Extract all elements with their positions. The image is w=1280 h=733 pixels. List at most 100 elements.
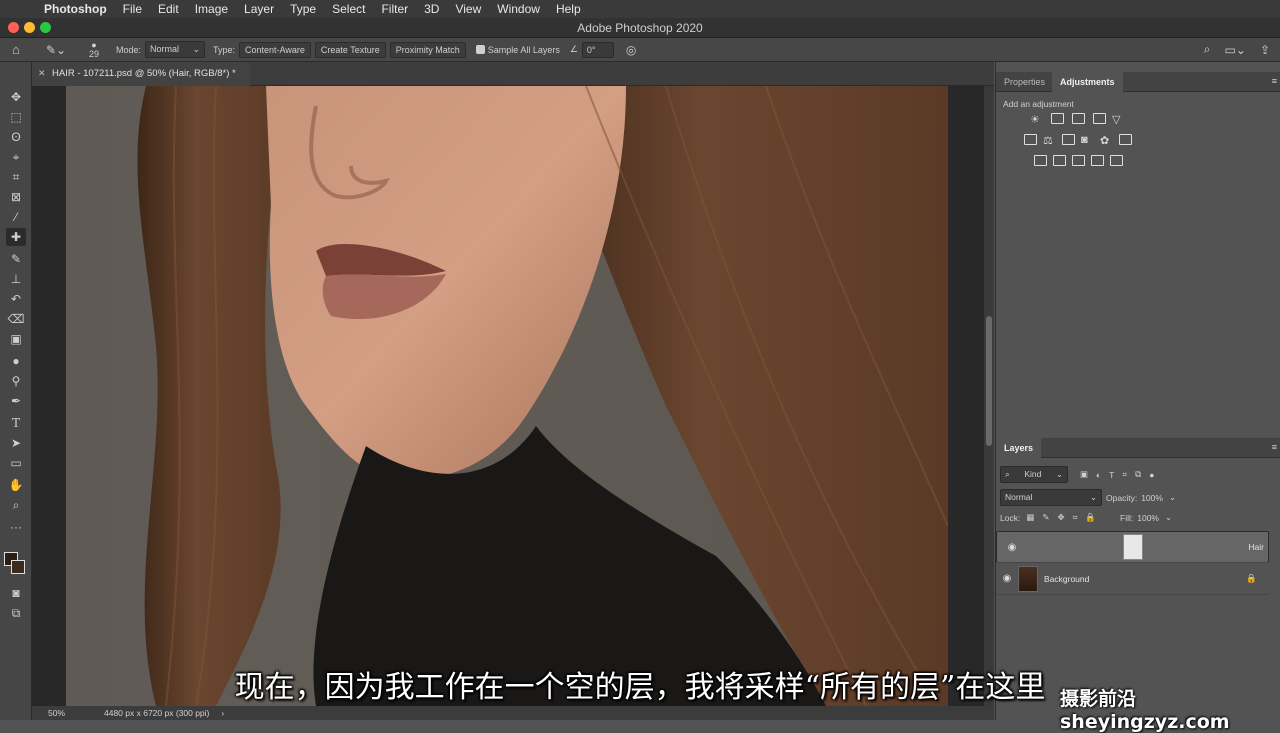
kind-filter-select[interactable]: ⌕ Kind ⌄ [1000,466,1068,483]
menu-file[interactable]: File [115,2,150,16]
proximity-match-button[interactable]: Proximity Match [389,41,466,58]
path-select-tool-icon[interactable]: ➤ [6,434,26,452]
visibility-eye-icon[interactable]: ◉ [996,573,1018,584]
threshold-icon[interactable] [1072,155,1085,166]
healing-brush-tool-icon[interactable]: ✚ [6,228,26,246]
filter-adjustment-icon[interactable]: ◐ [1096,470,1101,480]
document-tab[interactable]: ✕ HAIR - 107211.psd @ 50% (Hair, RGB/8*)… [32,62,250,86]
zoom-level[interactable]: 50% [48,708,94,718]
chevron-down-icon[interactable]: ⌄ [1165,512,1172,523]
brightness-contrast-icon[interactable]: ☀ [1030,113,1043,126]
menu-layer[interactable]: Layer [236,2,282,16]
gradient-tool-icon[interactable]: ▣ [6,330,26,348]
rectangle-tool-icon[interactable]: ▭ [6,454,26,472]
invert-icon[interactable] [1034,155,1047,166]
zoom-tool-icon[interactable]: ⌕ [6,496,26,514]
sample-all-layers-checkbox[interactable]: Sample All Layers [475,45,560,55]
mode-select[interactable]: Normal ⌄ [145,41,206,58]
workspace-icon[interactable]: ▭⌄ [1225,43,1246,57]
create-texture-button[interactable]: Create Texture [314,41,386,58]
home-icon[interactable]: ⌂ [12,42,32,57]
layer-row-background[interactable]: ◉ Background 🔒 [996,563,1269,595]
type-tool-icon[interactable]: T [6,414,26,432]
filter-pixel-icon[interactable]: ▣ [1080,469,1088,480]
quick-select-tool-icon[interactable]: ⌖ [6,148,26,166]
panel-menu-icon[interactable]: ≡ [1272,76,1277,86]
canvas-area[interactable] [32,86,994,706]
portrait-photo[interactable] [66,86,948,706]
share-icon[interactable]: ⇪ [1260,43,1270,57]
content-aware-button[interactable]: Content-Aware [239,41,311,58]
menu-select[interactable]: Select [324,2,373,16]
black-white-icon[interactable] [1062,134,1075,145]
hand-tool-icon[interactable]: ✋ [6,476,26,494]
exposure-icon[interactable] [1093,113,1106,124]
lock-pixels-icon[interactable]: ✎ [1042,512,1049,523]
frame-tool-icon[interactable]: ⊠ [6,188,26,206]
tab-layers[interactable]: Layers [996,438,1042,458]
filter-toggle-icon[interactable]: ● [1149,470,1154,480]
visibility-eye-icon[interactable]: ◉ [1001,542,1023,553]
canvas-vertical-scrollbar[interactable] [984,86,994,706]
blend-mode-select[interactable]: Normal ⌄ [1000,489,1102,506]
status-arrow-icon[interactable]: › [221,708,224,718]
tab-properties[interactable]: Properties [996,72,1053,92]
levels-icon[interactable] [1051,113,1064,124]
lock-position-icon[interactable]: ✥ [1057,512,1064,523]
menu-filter[interactable]: Filter [373,2,416,16]
fill-input[interactable]: 100% [1137,513,1159,523]
marquee-tool-icon[interactable]: ⬚ [6,108,26,126]
menu-type[interactable]: Type [282,2,324,16]
layer-name[interactable]: Hair [1248,542,1264,552]
close-tab-icon[interactable]: ✕ [38,68,46,79]
background-color-swatch[interactable] [11,560,25,574]
brush-size-picker[interactable]: ● 29 [80,40,108,59]
posterize-icon[interactable] [1053,155,1066,166]
eyedropper-tool-icon[interactable]: ⁄ [6,208,26,226]
menu-window[interactable]: Window [489,2,548,16]
move-tool-icon[interactable]: ✥ [6,88,26,106]
opacity-input[interactable]: 100% [1141,493,1163,503]
tab-adjustments[interactable]: Adjustments [1052,72,1123,92]
filter-shape-icon[interactable]: ⌗ [1122,469,1127,480]
dodge-tool-icon[interactable]: ⚲ [6,372,26,390]
menu-edit[interactable]: Edit [150,2,187,16]
layer-name[interactable]: Background [1044,574,1089,584]
brush-tool-icon[interactable]: ✎ [6,250,26,268]
blur-tool-icon[interactable]: ● [6,352,26,370]
pressure-size-icon[interactable]: ◎ [626,43,636,57]
scrollbar-thumb[interactable] [986,316,992,446]
color-lookup-icon[interactable] [1119,134,1132,145]
menu-help[interactable]: Help [548,2,589,16]
pen-tool-icon[interactable]: ✒ [6,392,26,410]
curves-icon[interactable] [1072,113,1085,124]
more-tools-icon[interactable]: ··· [6,518,26,536]
lock-all-icon[interactable]: 🔒 [1085,512,1096,523]
angle-input[interactable]: 0° [581,41,614,58]
vibrance-icon[interactable]: ▽ [1112,113,1125,126]
hue-saturation-icon[interactable] [1024,134,1037,145]
crop-tool-icon[interactable]: ⌗ [6,168,26,186]
menu-image[interactable]: Image [187,2,236,16]
healing-brush-preset-icon[interactable]: ✎⌄ [46,43,74,57]
selective-color-icon[interactable] [1091,155,1104,166]
menu-app-name[interactable]: Photoshop [36,2,115,16]
filter-smart-object-icon[interactable]: ⧉ [1135,469,1141,480]
gradient-map-icon[interactable] [1110,155,1123,166]
history-brush-tool-icon[interactable]: ↶ [6,290,26,308]
clone-stamp-tool-icon[interactable]: ⊥ [6,270,26,288]
menu-view[interactable]: View [447,2,489,16]
menu-3d[interactable]: 3D [416,2,447,16]
filter-type-icon[interactable]: T [1109,470,1114,480]
layers-menu-icon[interactable]: ≡ [1272,442,1277,452]
chevron-down-icon[interactable]: ⌄ [1169,492,1176,503]
channel-mixer-icon[interactable]: ✿ [1100,134,1113,147]
layer-row-hair[interactable]: ◉ Hair [996,531,1269,563]
lock-artboard-icon[interactable]: ⌗ [1073,512,1078,523]
lasso-tool-icon[interactable]: ʘ [6,128,26,146]
lock-transparent-icon[interactable]: ▦ [1026,512,1034,523]
quick-mask-icon[interactable]: ◙ [6,584,26,602]
eraser-tool-icon[interactable]: ⌫ [6,310,26,328]
search-icon[interactable]: ⌕ [1204,42,1211,57]
photo-filter-icon[interactable]: ◙ [1081,134,1094,146]
